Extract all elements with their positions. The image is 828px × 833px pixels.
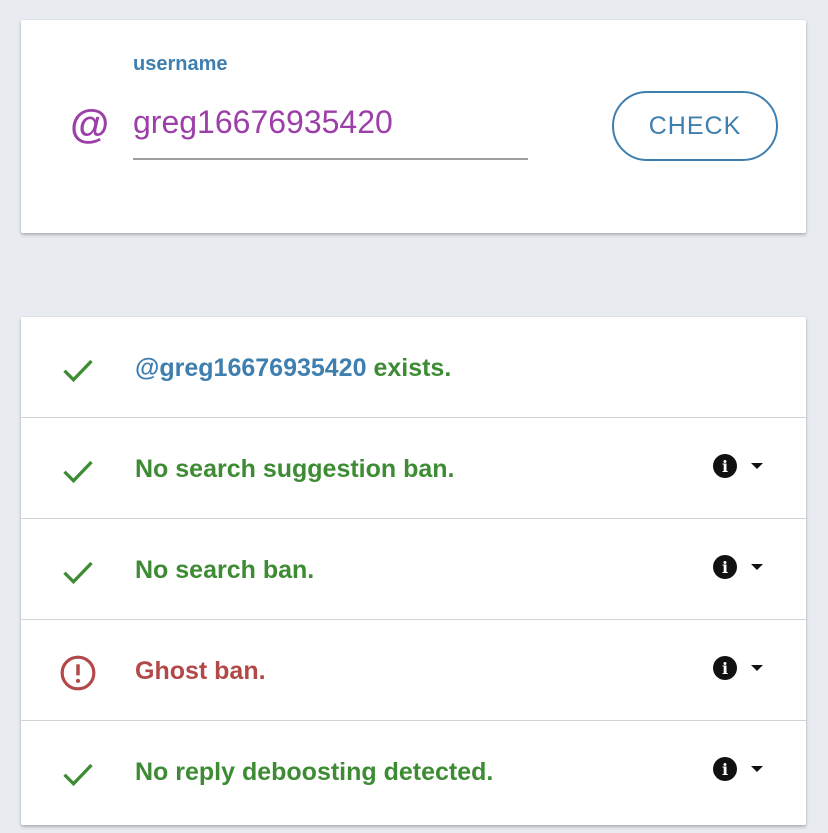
at-sign-icon: @ bbox=[69, 102, 109, 147]
info-icon: i bbox=[713, 656, 737, 680]
caret-down-icon bbox=[751, 766, 763, 772]
caret-down-icon bbox=[751, 665, 763, 671]
info-icon: i bbox=[713, 757, 737, 781]
check-icon bbox=[59, 351, 97, 389]
caret-down-icon bbox=[751, 564, 763, 570]
result-row-search-ban: No search ban. i bbox=[21, 519, 806, 620]
check-icon bbox=[59, 452, 97, 490]
username-input[interactable] bbox=[133, 92, 528, 160]
username-handle: @greg16676935420 bbox=[135, 353, 367, 382]
result-row-ghost-ban: Ghost ban. i bbox=[21, 620, 806, 721]
info-icon: i bbox=[713, 454, 737, 478]
exists-suffix: exists. bbox=[366, 353, 452, 382]
result-text: @greg16676935420 exists. bbox=[135, 351, 451, 385]
username-search-card: @ username CHECK bbox=[21, 20, 806, 233]
alert-circle-icon bbox=[59, 654, 97, 692]
check-icon bbox=[59, 553, 97, 591]
result-text: No reply deboosting detected. bbox=[135, 757, 494, 786]
check-icon bbox=[59, 755, 97, 793]
result-text: Ghost ban. bbox=[135, 656, 266, 685]
result-row-search-suggestion-ban: No search suggestion ban. i bbox=[21, 418, 806, 519]
username-label: username bbox=[133, 53, 228, 75]
result-text: No search suggestion ban. bbox=[135, 454, 455, 483]
info-icon: i bbox=[713, 555, 737, 579]
details-toggle[interactable]: i bbox=[713, 754, 773, 784]
details-toggle[interactable]: i bbox=[713, 552, 773, 582]
details-toggle[interactable]: i bbox=[713, 451, 773, 481]
result-text: No search ban. bbox=[135, 555, 315, 584]
result-row-exists: @greg16676935420 exists. bbox=[21, 317, 806, 418]
check-button[interactable]: CHECK bbox=[612, 91, 778, 161]
results-list: @greg16676935420 exists. No search sugge… bbox=[21, 317, 806, 825]
details-toggle[interactable]: i bbox=[713, 653, 773, 683]
result-row-reply-deboosting: No reply deboosting detected. i bbox=[21, 721, 806, 822]
caret-down-icon bbox=[751, 463, 763, 469]
